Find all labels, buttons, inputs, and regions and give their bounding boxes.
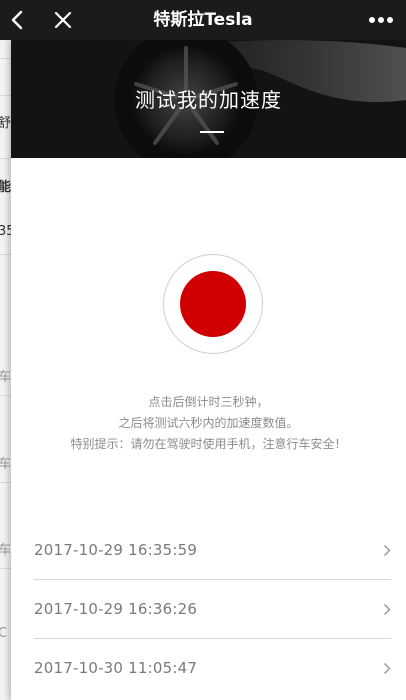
history-timestamp: 2017-10-30 11:05:47 <box>34 659 198 677</box>
acceleration-test-page: 测试我的加速度 点击后倒计时三秒钟， 之后将测试六秒内的加速度数值。 特别提示：… <box>11 40 406 700</box>
more-dots-icon <box>369 17 393 23</box>
chevron-right-icon <box>383 580 391 638</box>
hero-banner: 测试我的加速度 <box>11 40 406 158</box>
back-button[interactable] <box>0 0 34 40</box>
close-icon <box>54 11 72 29</box>
history-item[interactable]: 2017-10-29 16:35:59 <box>34 521 391 580</box>
history-timestamp: 2017-10-29 16:35:59 <box>34 541 198 559</box>
chevron-right-icon <box>383 521 391 579</box>
close-button[interactable] <box>46 0 80 40</box>
underlay-text: 车 <box>0 370 12 385</box>
chevron-right-icon <box>383 639 391 697</box>
safety-warning: 特别提示：请勿在驾驶时使用手机，注意行车安全！ <box>70 437 347 451</box>
underlay-text: 舒 <box>0 116 12 131</box>
instructions: 点击后倒计时三秒钟， 之后将测试六秒内的加速度数值。 特别提示：请勿在驾驶时使用… <box>11 392 406 455</box>
hero-title: 测试我的加速度 <box>135 88 282 112</box>
underlay-text: C <box>0 626 8 641</box>
instruction-line: 之后将测试六秒内的加速度数值。 <box>118 416 299 430</box>
underlay-text: 车 <box>0 457 12 472</box>
history-item[interactable]: 2017-10-30 11:05:47 <box>34 639 391 697</box>
instruction-line: 点击后倒计时三秒钟， <box>148 395 269 409</box>
title-underline <box>200 131 224 133</box>
page-title: 特斯拉Tesla <box>153 10 253 30</box>
test-history-list: 2017-10-29 16:35:59 2017-10-29 16:36:26 … <box>34 521 391 697</box>
history-timestamp: 2017-10-29 16:36:26 <box>34 600 198 618</box>
chevron-left-icon <box>11 10 23 30</box>
record-dot-icon <box>180 271 246 337</box>
top-bar: 特斯拉Tesla <box>0 0 406 40</box>
underlay-text: 车 <box>0 543 12 558</box>
history-item[interactable]: 2017-10-29 16:36:26 <box>34 580 391 639</box>
start-test-button[interactable] <box>163 254 263 354</box>
more-button[interactable] <box>356 0 406 40</box>
